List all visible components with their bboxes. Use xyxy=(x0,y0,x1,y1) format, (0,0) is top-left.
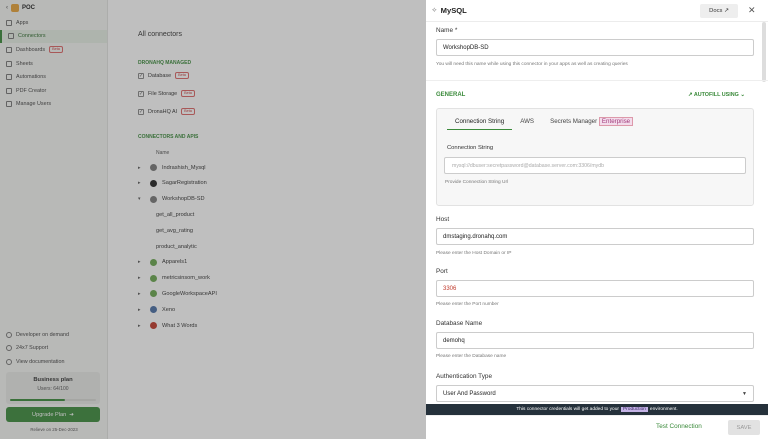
close-icon[interactable]: ✕ xyxy=(748,5,756,16)
connection-tabs: Connection String AWS Secrets Manager En… xyxy=(447,117,641,130)
environment-banner: This connector credentials will get adde… xyxy=(426,404,768,415)
tab-aws[interactable]: AWS xyxy=(512,118,542,130)
tab-connection-string[interactable]: Connection String xyxy=(447,118,513,130)
database-name-hint: Please enter the Database name xyxy=(436,354,507,359)
panel-title: MySQL xyxy=(440,6,467,15)
host-hint: Please enter the Host Domain or IP xyxy=(436,251,512,256)
database-name-label: Database Name xyxy=(436,320,483,327)
tab-secrets-label: Secrets Manager xyxy=(550,118,598,125)
database-icon: ⟡ xyxy=(432,6,437,14)
connection-card: Connection String AWS Secrets Manager En… xyxy=(436,108,754,206)
save-button[interactable]: SAVE xyxy=(728,420,760,435)
database-name-input[interactable]: demohq xyxy=(436,332,754,349)
tab-secrets-manager[interactable]: Secrets Manager Enterprise xyxy=(542,117,641,130)
auth-type-select[interactable]: User And Password ▼ xyxy=(436,385,754,402)
connection-string-label: Connection String xyxy=(447,145,494,151)
general-section: GENERAL xyxy=(436,92,466,98)
name-label: Name * xyxy=(436,27,458,34)
port-hint: Please enter the Port number xyxy=(436,302,499,307)
autofill-button[interactable]: ↗ AUTOFILL USING ⌄ xyxy=(688,92,745,98)
scrollbar[interactable] xyxy=(762,22,766,82)
name-hint: You will need this name while using this… xyxy=(436,62,628,67)
port-label: Port xyxy=(436,268,448,275)
docs-button[interactable]: Docs ↗ xyxy=(700,4,738,18)
auth-type-value: User And Password xyxy=(443,390,496,397)
port-input[interactable]: 3306 xyxy=(436,280,754,297)
host-input[interactable]: dmstaging.dronahq.com xyxy=(436,228,754,245)
auth-type-label: Authentication Type xyxy=(436,373,493,380)
connection-string-input[interactable]: mysql://dbuser:secretpassword@database.s… xyxy=(444,157,746,174)
chevron-down-icon: ▼ xyxy=(742,390,747,397)
environment-badge: Production xyxy=(620,407,648,412)
modal-backdrop[interactable] xyxy=(0,0,426,439)
test-connection-button[interactable]: Test Connection xyxy=(656,423,702,430)
name-input[interactable]: WorkshopDB-SD xyxy=(436,39,754,56)
connector-panel: ⟡ MySQL Docs ↗ ✕ Name * WorkshopDB-SD Yo… xyxy=(426,0,768,439)
banner-text-end: environment. xyxy=(649,407,678,412)
divider xyxy=(426,80,768,81)
host-label: Host xyxy=(436,216,450,223)
panel-footer: Test Connection SAVE xyxy=(426,415,768,439)
enterprise-badge: Enterprise xyxy=(598,117,634,126)
connection-string-hint: Provide Connection String Url xyxy=(445,180,509,185)
banner-text: This connector credentials will get adde… xyxy=(516,407,619,412)
